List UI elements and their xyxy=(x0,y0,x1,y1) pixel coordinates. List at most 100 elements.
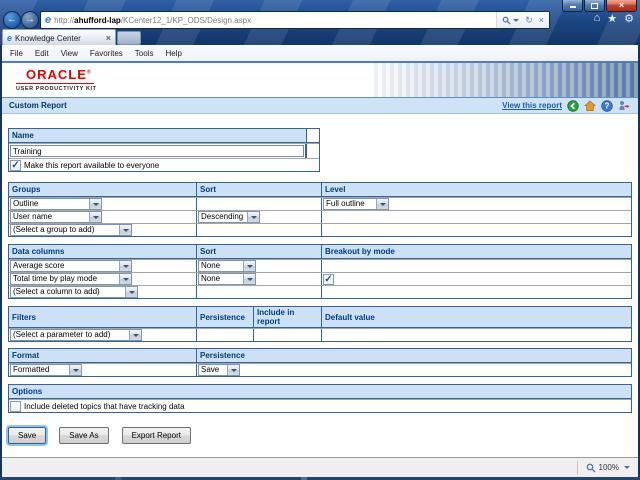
menu-tools[interactable]: Tools xyxy=(129,49,160,58)
chevron-down-icon xyxy=(243,274,255,284)
make-available-checkbox[interactable] xyxy=(10,159,21,171)
save-button[interactable]: Save xyxy=(8,427,47,444)
favorites-star-icon[interactable]: ★ xyxy=(607,12,617,25)
chevron-down-icon xyxy=(119,225,131,235)
make-available-label: Make this report available to everyone xyxy=(24,160,160,170)
tools-gear-icon[interactable]: ⚙ xyxy=(624,12,634,25)
breakout-header: Breakout by mode xyxy=(321,245,631,258)
chevron-down-icon xyxy=(247,212,259,222)
table-row: (Select a column to add) xyxy=(9,285,631,298)
add-group-select[interactable]: (Select a group to add) xyxy=(10,224,132,236)
tab-close-icon[interactable]: × xyxy=(102,33,115,43)
new-tab-button[interactable] xyxy=(117,31,141,45)
view-this-report-link[interactable]: View this report xyxy=(502,101,562,110)
menu-file[interactable]: File xyxy=(4,49,29,58)
menu-bar: File Edit View Favorites Tools Help xyxy=(2,45,638,61)
ie-icon: e xyxy=(45,13,52,26)
filters-header: Filters xyxy=(12,312,37,322)
navigation-bar: ← → e http://ahufford-lap/KCenter12_1/KP… xyxy=(0,10,640,29)
logout-icon[interactable] xyxy=(618,100,631,112)
chevron-down-icon xyxy=(624,466,630,472)
tab-title: Knowledge Center xyxy=(15,33,81,43)
data-columns-header: Data columns xyxy=(12,247,65,256)
product-name: USER PRODUCTIVITY KIT xyxy=(16,86,97,92)
group-1-level-select[interactable]: Full outline xyxy=(323,198,389,210)
forward-arrow-icon: → xyxy=(25,14,35,25)
persistence-header: Persistence xyxy=(196,307,253,327)
chevron-down-icon xyxy=(89,212,101,222)
banner-gradient xyxy=(370,63,638,97)
action-buttons: Save Save As Export Report xyxy=(8,427,191,444)
chevron-down-icon xyxy=(376,199,388,209)
menu-help[interactable]: Help xyxy=(159,49,187,58)
url-text[interactable]: http://ahufford-lap/KCenter12_1/KP_ODS/D… xyxy=(54,16,496,25)
stop-icon[interactable]: × xyxy=(536,15,547,25)
column-2-select[interactable]: Total time by play mode xyxy=(10,273,132,285)
tab-knowledge-center[interactable]: e Knowledge Center × xyxy=(2,29,116,46)
help-icon[interactable]: ? xyxy=(601,99,613,112)
chevron-down-icon xyxy=(227,365,239,375)
options-header: Options xyxy=(12,387,43,396)
save-as-button[interactable]: Save As xyxy=(59,427,109,444)
group-1-select[interactable]: Outline xyxy=(10,198,102,210)
groups-section: Groups Sort Level Outline Full outline U… xyxy=(8,182,632,237)
report-name-input[interactable] xyxy=(10,145,304,157)
column-2-sort-select[interactable]: None xyxy=(198,273,256,285)
page-header: Custom Report View this report ? xyxy=(2,97,638,114)
format-select[interactable]: Formatted xyxy=(10,364,82,376)
forward-button[interactable]: → xyxy=(21,11,39,29)
default-value-header: Default value xyxy=(321,307,631,327)
home-icon[interactable] xyxy=(584,100,596,112)
address-bar[interactable]: e http://ahufford-lap/KCenter12_1/KP_ODS… xyxy=(40,11,550,29)
back-green-icon[interactable] xyxy=(567,99,579,112)
persistence-select[interactable]: Save xyxy=(198,364,240,376)
custom-report-form: Name Make this report available to every… xyxy=(2,114,638,457)
zoom-control[interactable]: 100% xyxy=(576,461,630,474)
oracle-banner: ORACLE® USER PRODUCTIVITY KIT xyxy=(2,61,638,97)
chevron-down-icon xyxy=(243,261,255,271)
chevron-down-icon xyxy=(119,274,131,284)
add-column-select[interactable]: (Select a column to add) xyxy=(10,286,138,298)
chevron-down-icon xyxy=(69,365,81,375)
group-2-sort-select[interactable]: Descending xyxy=(198,211,260,223)
back-button[interactable]: ← xyxy=(3,11,21,29)
data-columns-section: Data columns Sort Breakout by mode Avera… xyxy=(8,244,632,299)
menu-view[interactable]: View xyxy=(55,49,84,58)
column-1-sort-select[interactable]: None xyxy=(198,260,256,272)
include-in-report-header: Include in report xyxy=(253,307,321,327)
back-arrow-icon: ← xyxy=(7,14,17,25)
add-parameter-select[interactable]: (Select a parameter to add) xyxy=(10,329,142,341)
include-deleted-topics-checkbox[interactable] xyxy=(10,400,21,412)
menu-edit[interactable]: Edit xyxy=(29,49,55,58)
chevron-down-icon xyxy=(119,261,131,271)
group-2-select[interactable]: User name xyxy=(10,211,102,223)
column-1-select[interactable]: Average score xyxy=(10,260,132,272)
table-row: Formatted Save xyxy=(9,363,631,376)
format-persistence-header: Persistence xyxy=(196,349,631,362)
address-bar-tools: ↻ × xyxy=(496,12,549,28)
home-icon[interactable]: ⌂ xyxy=(594,12,601,25)
breakout-checkbox[interactable] xyxy=(323,273,334,285)
export-report-button[interactable]: Export Report xyxy=(121,427,191,444)
table-row: Total time by play mode None xyxy=(9,272,631,285)
menu-favorites[interactable]: Favorites xyxy=(84,49,129,58)
svg-text:?: ? xyxy=(605,101,610,110)
command-icons: ⌂ ★ ⚙ xyxy=(594,12,634,25)
maximize-icon xyxy=(591,2,598,9)
oracle-logo: ORACLE® USER PRODUCTIVITY KIT xyxy=(16,67,97,92)
include-deleted-topics-label: Include deleted topics that have trackin… xyxy=(24,401,185,411)
options-section: Options Include deleted topics that have… xyxy=(8,384,632,413)
tab-bar: e Knowledge Center × xyxy=(2,29,638,46)
table-row: (Select a parameter to add) xyxy=(9,328,631,341)
groups-header: Groups xyxy=(12,185,41,194)
chevron-down-icon xyxy=(89,199,101,209)
table-row: Average score None xyxy=(9,259,631,272)
ie-favicon: e xyxy=(7,32,13,43)
chevron-down-icon xyxy=(513,18,520,25)
refresh-icon[interactable]: ↻ xyxy=(522,15,536,26)
format-header: Format xyxy=(12,351,40,360)
status-bar: 100% xyxy=(2,457,638,477)
chevron-down-icon xyxy=(129,330,141,340)
search-icon[interactable] xyxy=(499,16,522,25)
name-section: Name Make this report available to every… xyxy=(8,128,320,172)
